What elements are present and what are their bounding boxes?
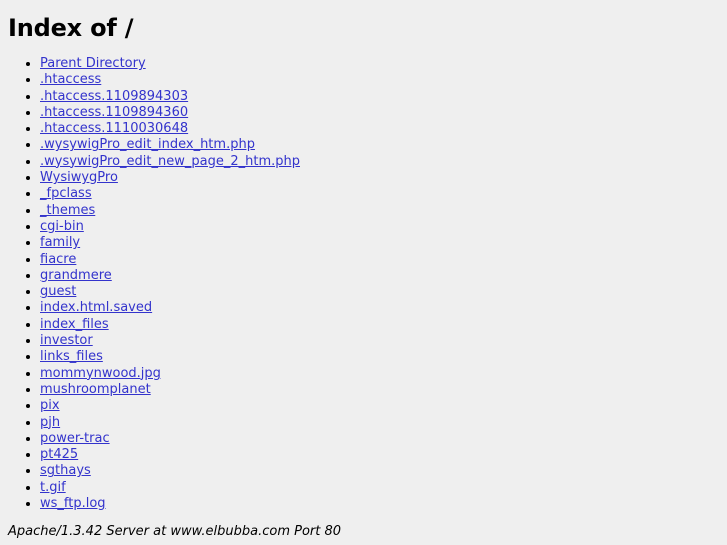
list-item: family <box>40 235 727 251</box>
directory-entry-link[interactable]: links_files <box>40 349 103 364</box>
directory-entry-link[interactable]: _themes <box>40 203 95 218</box>
list-item: mushroomplanet <box>40 382 727 398</box>
directory-listing: Parent Directory.htaccess .htaccess.11098… <box>0 56 727 512</box>
directory-entry-link[interactable]: Parent Directory <box>40 56 146 71</box>
list-item: .wysywigPro_edit_index_htm.php <box>40 137 727 153</box>
list-item: _themes <box>40 203 727 219</box>
directory-entry-link[interactable]: WysiwygPro <box>40 170 118 185</box>
directory-entry-link[interactable]: t.gif <box>40 480 66 495</box>
directory-entry-link[interactable]: .wysywigPro_edit_index_htm.php <box>40 137 255 152</box>
list-item: WysiwygPro <box>40 170 727 186</box>
list-item: links_files <box>40 349 727 365</box>
list-item: Parent Directory <box>40 56 727 72</box>
list-item: guest <box>40 284 727 300</box>
directory-entry-link[interactable]: .htaccess.1109894303 <box>40 89 188 104</box>
list-item: .wysywigPro_edit_new_page_2_htm.php <box>40 154 727 170</box>
directory-entry-link[interactable]: ws_ftp.log <box>40 496 106 511</box>
list-item: .htaccess.1109894303 <box>40 89 727 105</box>
list-item: power-trac <box>40 431 727 447</box>
list-item: cgi-bin <box>40 219 727 235</box>
list-item: _fpclass <box>40 186 727 202</box>
list-item: t.gif <box>40 480 727 496</box>
directory-entry-link[interactable]: guest <box>40 284 76 299</box>
directory-entry-link[interactable]: fiacre <box>40 252 76 267</box>
list-item: index_files <box>40 317 727 333</box>
directory-entry-link[interactable]: cgi-bin <box>40 219 84 234</box>
directory-entry-link[interactable]: power-trac <box>40 431 110 446</box>
directory-entry-link[interactable]: index_files <box>40 317 109 332</box>
directory-entry-link[interactable]: mommynwood.jpg <box>40 366 161 381</box>
list-item: sgthays <box>40 463 727 479</box>
list-item: .htaccess.1109894360 <box>40 105 727 121</box>
directory-entry-link[interactable]: sgthays <box>40 463 91 478</box>
directory-entry-link[interactable]: mushroomplanet <box>40 382 151 397</box>
list-item: ws_ftp.log <box>40 496 727 512</box>
list-item: pt425 <box>40 447 727 463</box>
directory-entry-link[interactable]: .wysywigPro_edit_new_page_2_htm.php <box>40 154 300 169</box>
list-item: pjh <box>40 415 727 431</box>
directory-entry-link[interactable]: .htaccess <box>40 72 101 87</box>
directory-entry-link[interactable]: family <box>40 235 80 250</box>
list-item: investor <box>40 333 727 349</box>
directory-entry-link[interactable]: grandmere <box>40 268 112 283</box>
directory-entry-link[interactable]: pix <box>40 398 60 413</box>
directory-entry-link[interactable]: index.html.saved <box>40 300 152 315</box>
list-item: fiacre <box>40 252 727 268</box>
list-item: .htaccess <box>40 72 727 88</box>
list-item: index.html.saved <box>40 300 727 316</box>
directory-index-page: Index of / Parent Directory.htaccess .hta… <box>0 0 727 545</box>
directory-entry-link[interactable]: pt425 <box>40 447 78 462</box>
directory-entry-link[interactable]: investor <box>40 333 93 348</box>
directory-entry-link[interactable]: .htaccess.1109894360 <box>40 105 188 120</box>
list-item: grandmere <box>40 268 727 284</box>
list-item: mommynwood.jpg <box>40 366 727 382</box>
list-item: .htaccess.1110030648 <box>40 121 727 137</box>
server-signature: Apache/1.3.42 Server at www.elbubba.com … <box>8 524 342 539</box>
directory-entry-link[interactable]: _fpclass <box>40 186 92 201</box>
list-item: pix <box>40 398 727 414</box>
directory-entry-link[interactable]: .htaccess.1110030648 <box>40 121 188 136</box>
page-title: Index of / <box>8 14 134 42</box>
directory-entry-link[interactable]: pjh <box>40 415 60 430</box>
